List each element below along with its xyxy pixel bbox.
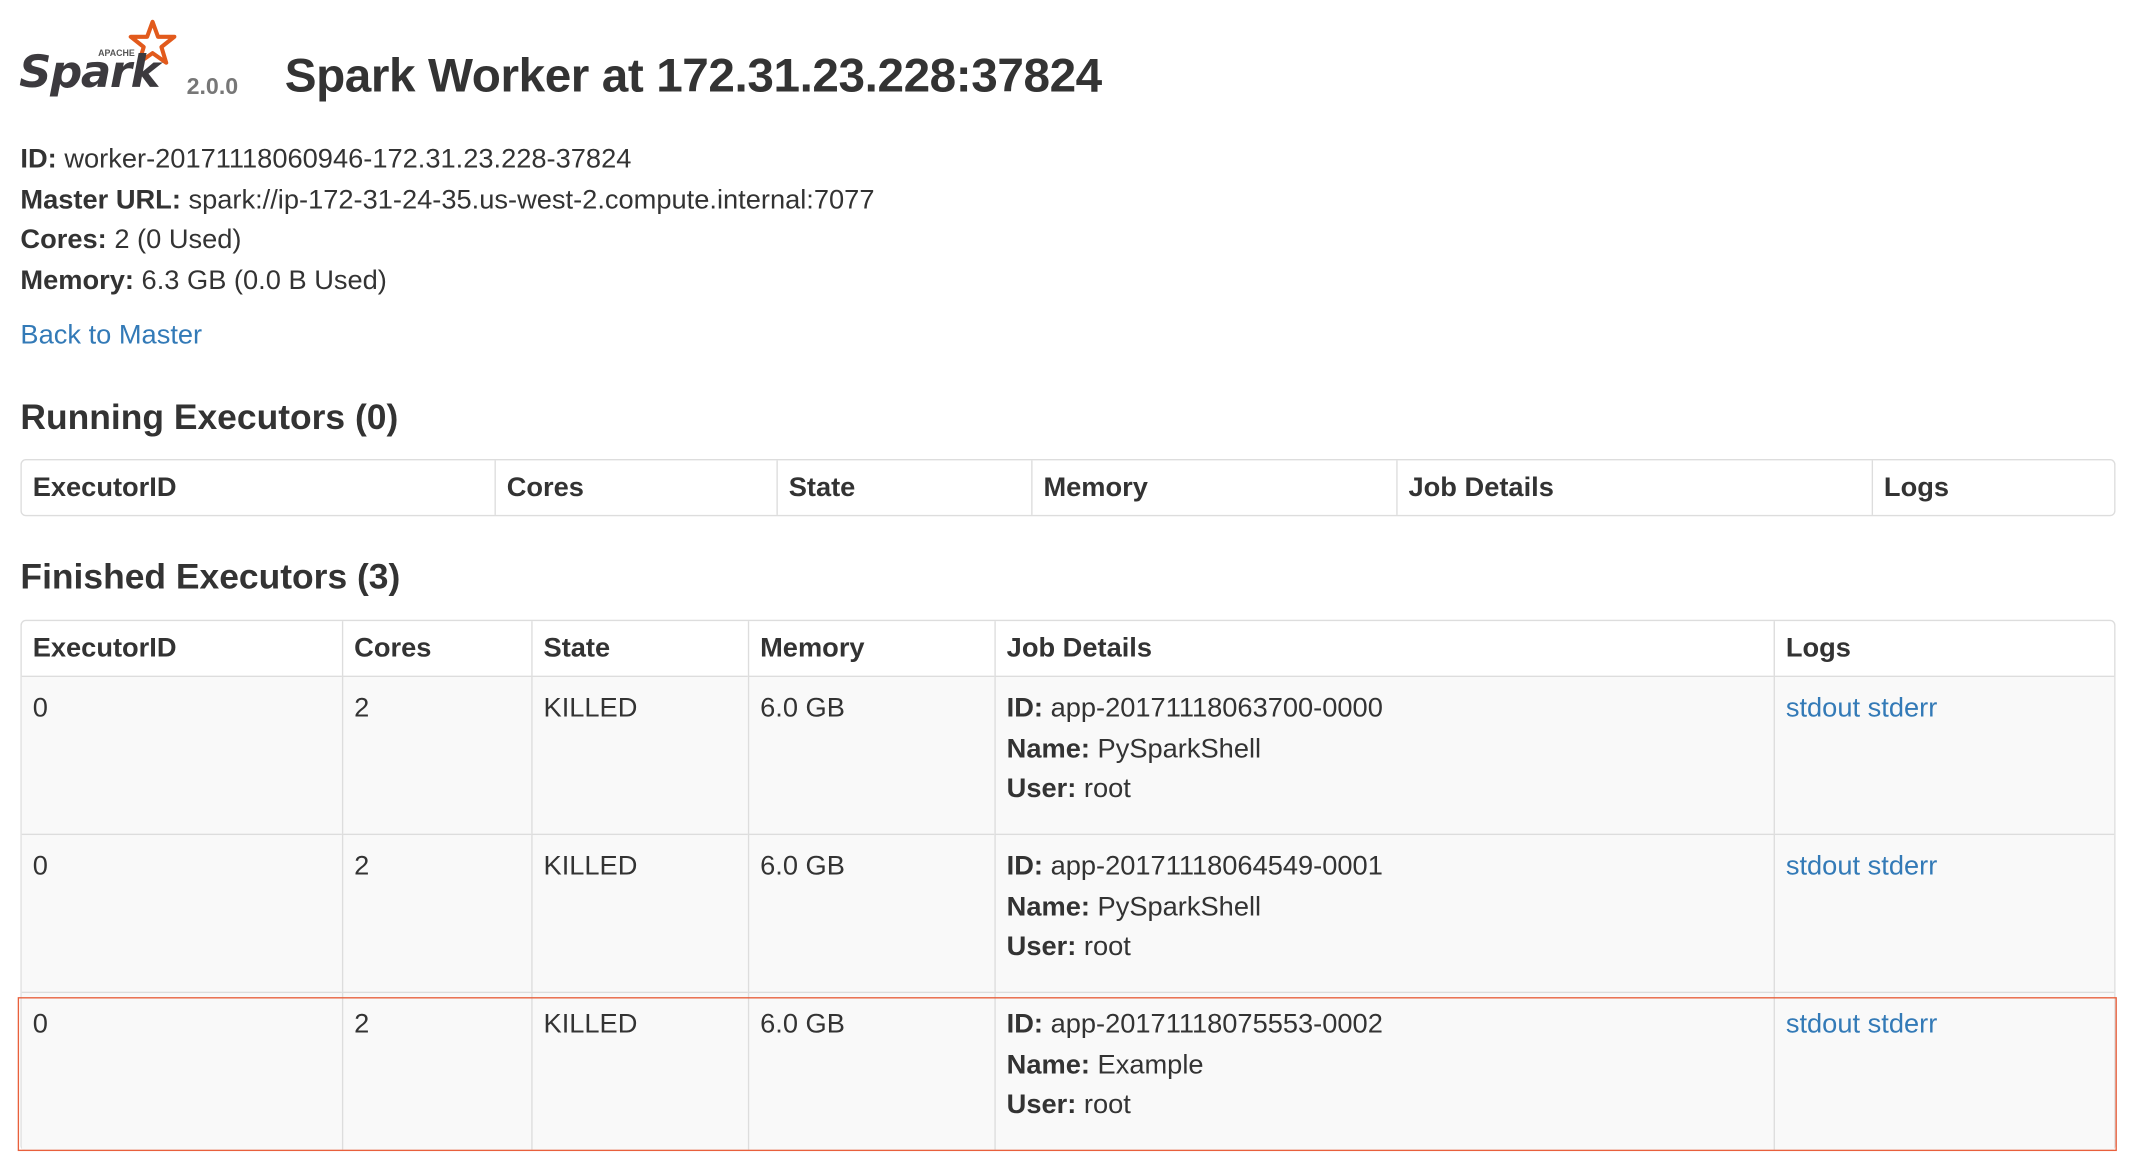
cell-state: KILLED bbox=[531, 991, 748, 1150]
job-user-label: User: bbox=[1006, 1089, 1077, 1120]
job-name: PySparkShell bbox=[1097, 733, 1262, 764]
master-url-row: Master URL: spark://ip-172-31-24-35.us-w… bbox=[20, 180, 874, 220]
cell-cores: 2 bbox=[341, 677, 532, 834]
running-executors-table: ExecutorID Cores State Memory Job Detail… bbox=[20, 459, 2116, 517]
job-app-id: app-20171118075553-0002 bbox=[1050, 1009, 1383, 1040]
cell-executor-id: 0 bbox=[21, 833, 342, 992]
cell-job-details: ID: app-20171118064549-0001 Name: PySpar… bbox=[994, 833, 1774, 992]
memory-label: Memory: bbox=[20, 264, 134, 295]
job-user: root bbox=[1083, 1089, 1131, 1120]
job-user: root bbox=[1083, 773, 1131, 804]
cell-logs: stdout stderr bbox=[1773, 677, 2115, 834]
cell-job-details: ID: app-20171118063700-0000 Name: PySpar… bbox=[994, 677, 1774, 834]
col-header-cores[interactable]: Cores bbox=[341, 621, 532, 678]
page-header: APACHE Spark 2.0.0 Spark Worker at 172.3… bbox=[19, 19, 2117, 106]
cores-label: Cores: bbox=[20, 224, 107, 255]
worker-id-value: worker-20171118060946-172.31.23.228-3782… bbox=[64, 144, 632, 175]
master-url-label: Master URL: bbox=[20, 184, 181, 215]
col-header-logs[interactable]: Logs bbox=[1871, 460, 2114, 515]
cores-row: Cores: 2 (0 Used) bbox=[20, 221, 874, 261]
logo-spark-text: Spark bbox=[19, 45, 164, 98]
spark-logo: APACHE Spark bbox=[19, 19, 177, 98]
job-id-label: ID: bbox=[1006, 851, 1043, 882]
table-row: 0 2 KILLED 6.0 GB ID: app-20171118064549… bbox=[21, 833, 2115, 992]
job-user-label: User: bbox=[1006, 773, 1077, 804]
col-header-memory[interactable]: Memory bbox=[747, 621, 995, 678]
job-id-label: ID: bbox=[1006, 1009, 1043, 1040]
master-url-value: spark://ip-172-31-24-35.us-west-2.comput… bbox=[188, 184, 875, 215]
cell-memory: 6.0 GB bbox=[747, 677, 995, 834]
job-user-label: User: bbox=[1006, 931, 1077, 962]
cell-cores: 2 bbox=[341, 833, 532, 992]
job-app-id: app-20171118064549-0001 bbox=[1050, 851, 1383, 882]
cell-memory: 6.0 GB bbox=[747, 833, 995, 992]
col-header-executor-id[interactable]: ExecutorID bbox=[21, 621, 342, 678]
stdout-link[interactable]: stdout bbox=[1786, 693, 1860, 723]
cores-value: 2 (0 Used) bbox=[114, 224, 242, 255]
cell-state: KILLED bbox=[531, 677, 748, 834]
stdout-link[interactable]: stdout bbox=[1786, 851, 1860, 881]
finished-table-header-row: ExecutorID Cores State Memory Job Detail… bbox=[21, 621, 2115, 678]
col-header-state[interactable]: State bbox=[531, 621, 748, 678]
stderr-link[interactable]: stderr bbox=[1868, 693, 1938, 723]
table-row: 0 2 KILLED 6.0 GB ID: app-20171118075553… bbox=[21, 991, 2115, 1150]
memory-row: Memory: 6.3 GB (0.0 B Used) bbox=[20, 261, 874, 301]
cell-state: KILLED bbox=[531, 833, 748, 992]
page-title: Spark Worker at 172.31.23.228:37824 bbox=[284, 49, 1103, 103]
cell-logs: stdout stderr bbox=[1773, 833, 2115, 992]
cell-logs: stdout stderr bbox=[1773, 991, 2115, 1150]
cell-cores: 2 bbox=[341, 991, 532, 1150]
job-id-label: ID: bbox=[1006, 693, 1043, 724]
job-name: PySparkShell bbox=[1097, 891, 1262, 922]
col-header-job-details[interactable]: Job Details bbox=[994, 621, 1774, 678]
cell-executor-id: 0 bbox=[21, 677, 342, 834]
worker-id-label: ID: bbox=[20, 144, 57, 175]
cell-executor-id: 0 bbox=[21, 991, 342, 1150]
table-row: 0 2 KILLED 6.0 GB ID: app-20171118063700… bbox=[21, 677, 2115, 834]
col-header-state[interactable]: State bbox=[776, 460, 1031, 515]
job-user: root bbox=[1083, 931, 1131, 962]
col-header-job-details[interactable]: Job Details bbox=[1396, 460, 1871, 515]
col-header-memory[interactable]: Memory bbox=[1031, 460, 1396, 515]
job-name-label: Name: bbox=[1006, 1049, 1090, 1080]
worker-info-list: ID: worker-20171118060946-172.31.23.228-… bbox=[20, 140, 874, 301]
col-header-logs[interactable]: Logs bbox=[1773, 621, 2115, 678]
stderr-link[interactable]: stderr bbox=[1868, 851, 1938, 881]
stderr-link[interactable]: stderr bbox=[1868, 1009, 1938, 1039]
running-executors-title: Running Executors (0) bbox=[20, 396, 399, 438]
running-table-header-row: ExecutorID Cores State Memory Job Detail… bbox=[22, 460, 2114, 515]
job-app-id: app-20171118063700-0000 bbox=[1050, 693, 1383, 724]
spark-worker-page: APACHE Spark 2.0.0 Spark Worker at 172.3… bbox=[0, 0, 2136, 1169]
job-name-label: Name: bbox=[1006, 891, 1090, 922]
memory-value: 6.3 GB (0.0 B Used) bbox=[141, 264, 387, 295]
col-header-executor-id[interactable]: ExecutorID bbox=[22, 460, 495, 514]
cell-memory: 6.0 GB bbox=[747, 991, 995, 1150]
job-name-label: Name: bbox=[1006, 733, 1090, 764]
back-to-master-link[interactable]: Back to Master bbox=[20, 320, 202, 351]
job-name: Example bbox=[1097, 1049, 1204, 1080]
worker-id-row: ID: worker-20171118060946-172.31.23.228-… bbox=[20, 140, 874, 180]
finished-executors-title: Finished Executors (3) bbox=[20, 555, 401, 597]
cell-job-details: ID: app-20171118075553-0002 Name: Exampl… bbox=[994, 991, 1774, 1150]
version-label: 2.0.0 bbox=[186, 73, 239, 100]
stdout-link[interactable]: stdout bbox=[1786, 1009, 1860, 1039]
col-header-cores[interactable]: Cores bbox=[494, 460, 776, 515]
finished-executors-table: ExecutorID Cores State Memory Job Detail… bbox=[20, 619, 2116, 1152]
